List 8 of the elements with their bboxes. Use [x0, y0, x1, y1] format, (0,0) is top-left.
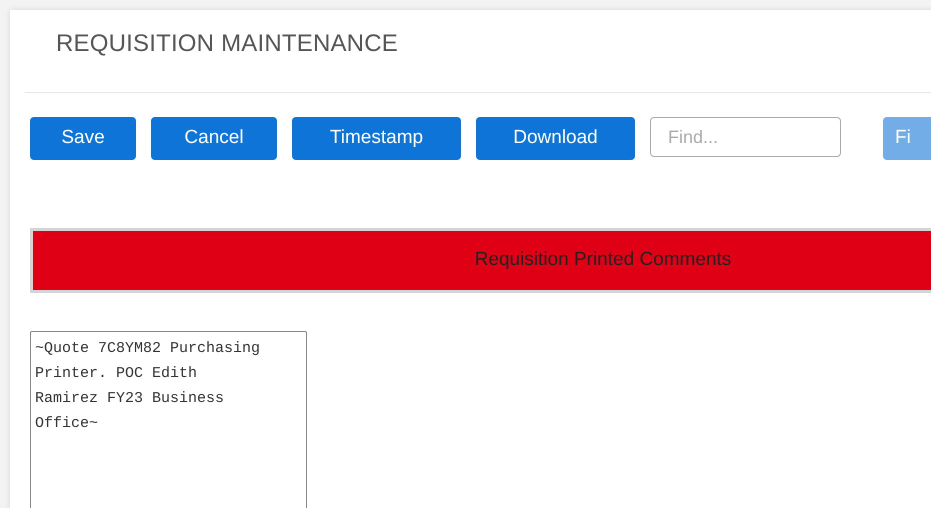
toolbar-button[interactable]: Save: [30, 117, 136, 160]
toolbar-button[interactable]: Download: [476, 117, 635, 160]
section-title: Requisition Printed Comments: [474, 248, 732, 272]
find-field[interactable]: Find...: [650, 117, 841, 157]
toolbar-button[interactable]: Cancel: [151, 117, 277, 160]
comments-field[interactable]: ~Quote 7C8YM82 Purchasing Printer. POC Edith Ramirez FY23 Business Office~: [30, 331, 307, 508]
toolbar-button[interactable]: Timestamp: [292, 117, 461, 160]
page-title: REQUISITION MAINTENANCE: [56, 29, 398, 59]
